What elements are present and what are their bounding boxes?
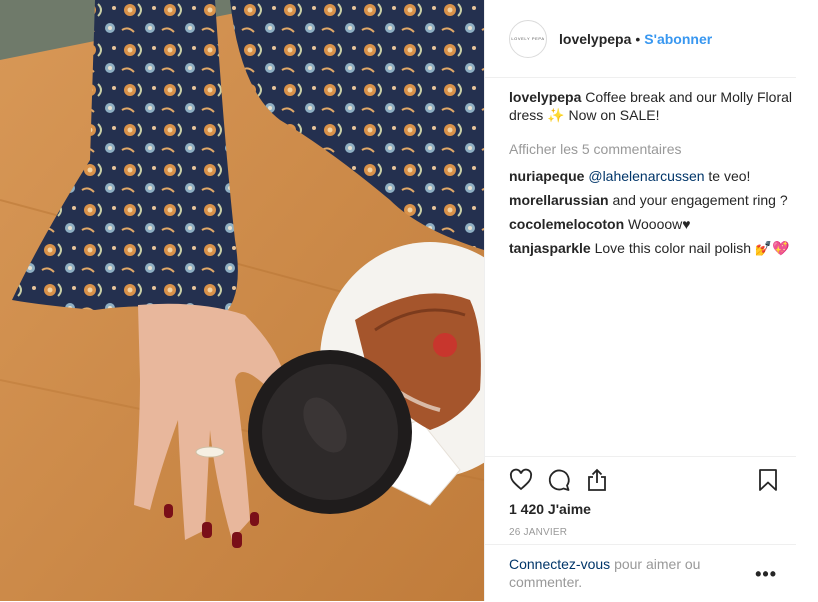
post-sidebar: LOVELY PEPA lovelypepa • S'abonner lovel… — [484, 0, 818, 601]
instagram-post: LOVELY PEPA lovelypepa • S'abonner lovel… — [0, 0, 818, 601]
post-actions: 1 420 J'aime 26 JANVIER — [485, 456, 796, 538]
comments-section: lovelypepa Coffee break and our Molly Fl… — [509, 88, 799, 263]
coffee-break-photo — [0, 0, 484, 601]
action-icons-bar — [485, 457, 796, 503]
comment-text: te veo! — [708, 168, 751, 184]
login-prompt-text: Connectez-vous pour aimer ou commenter. — [509, 555, 739, 591]
comment-text: and your engagement ring ? — [612, 192, 788, 208]
sparkles-emoji: ✨ — [547, 107, 565, 123]
login-prompt: Connectez-vous pour aimer ou commenter. … — [485, 544, 796, 602]
more-icon[interactable]: ••• — [755, 565, 777, 583]
avatar[interactable]: LOVELY PEPA — [509, 19, 547, 58]
heart-icon[interactable] — [507, 466, 535, 494]
separator-dot: • — [635, 30, 641, 47]
share-icon[interactable] — [583, 466, 611, 494]
comment-item: morellarussian and your engagement ring … — [509, 191, 799, 209]
comment-icon[interactable] — [545, 466, 573, 494]
comment-text: Love this color nail polish — [594, 240, 752, 256]
likes-count[interactable]: 1 420 J'aime — [485, 501, 796, 517]
post-header: LOVELY PEPA lovelypepa • S'abonner — [485, 0, 796, 78]
comment-text: Woooow♥ — [628, 216, 691, 232]
post-photo[interactable] — [0, 0, 484, 601]
avatar-logo-text: LOVELY PEPA — [511, 36, 545, 41]
comment-username[interactable]: tanjasparkle — [509, 240, 591, 256]
comment-username[interactable]: morellarussian — [509, 192, 609, 208]
view-all-comments-link[interactable]: Afficher les 5 commentaires — [509, 140, 799, 158]
comment-username[interactable]: nuriapeque — [509, 168, 584, 184]
bookmark-icon[interactable] — [754, 466, 782, 494]
comment-item: cocolemelocoton Woooow♥ — [509, 215, 799, 233]
post-date[interactable]: 26 JANVIER — [485, 527, 796, 538]
nail-polish-heart-emoji: 💅💖 — [754, 240, 790, 256]
caption-text-2: Now on SALE! — [568, 107, 660, 123]
comment-item: nuriapeque @lahelenarcussen te veo! — [509, 167, 799, 185]
follow-button[interactable]: S'abonner — [644, 31, 712, 47]
author-username[interactable]: lovelypepa — [559, 31, 631, 47]
caption-username[interactable]: lovelypepa — [509, 89, 581, 105]
comment-mention[interactable]: @lahelenarcussen — [588, 168, 704, 184]
comment-item: tanjasparkle Love this color nail polish… — [509, 239, 799, 257]
comment-username[interactable]: cocolemelocoton — [509, 216, 624, 232]
login-link[interactable]: Connectez-vous — [509, 556, 610, 572]
caption: lovelypepa Coffee break and our Molly Fl… — [509, 88, 799, 124]
